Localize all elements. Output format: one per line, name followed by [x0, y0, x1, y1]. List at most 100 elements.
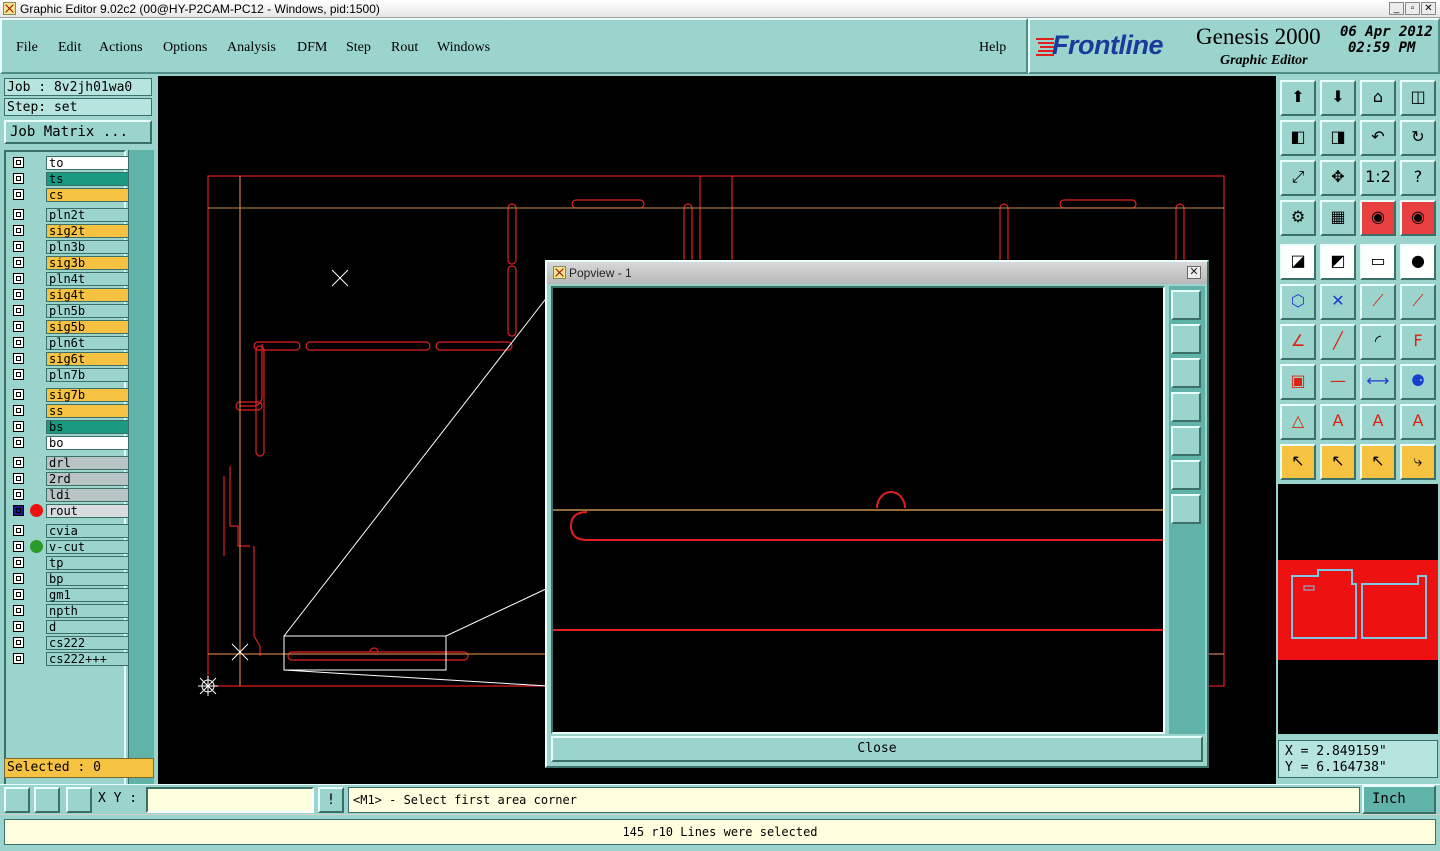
- layer-name[interactable]: tp: [46, 556, 129, 570]
- layer-row-sig6t[interactable]: sig6t: [10, 352, 130, 366]
- layer-name[interactable]: bo: [46, 436, 129, 450]
- layer-row-sig3b[interactable]: sig3b: [10, 256, 130, 270]
- layer-checkbox[interactable]: [13, 589, 24, 600]
- layer-checkbox[interactable]: [13, 241, 24, 252]
- layer-checkbox[interactable]: [13, 257, 24, 268]
- layer-name[interactable]: pln5b: [46, 304, 129, 318]
- layer-row-cs[interactable]: cs: [10, 188, 130, 202]
- pointer-icon[interactable]: ↖: [1280, 444, 1316, 480]
- popview-left-icon[interactable]: [1171, 392, 1201, 422]
- layer-row-pln7b[interactable]: pln7b: [10, 368, 130, 382]
- node-connect-icon[interactable]: ⬡: [1280, 284, 1316, 320]
- layer-name[interactable]: sig2t: [46, 224, 129, 238]
- popview-right-icon[interactable]: [1171, 426, 1201, 456]
- unit-selector[interactable]: Inch: [1362, 785, 1436, 814]
- pad-icon[interactable]: ●: [1400, 244, 1436, 280]
- layer-checkbox[interactable]: [13, 225, 24, 236]
- split-view-icon[interactable]: ◫: [1400, 80, 1436, 116]
- layer-name[interactable]: rout: [46, 504, 129, 518]
- popview-down-icon[interactable]: [1171, 358, 1201, 388]
- scale-1-2-icon[interactable]: 1:2: [1360, 160, 1396, 196]
- minimize-button[interactable]: _: [1389, 2, 1404, 15]
- layer-row-ldi[interactable]: ldi: [10, 488, 130, 502]
- layer-name[interactable]: sig6t: [46, 352, 129, 366]
- popview-close-button[interactable]: Close: [551, 736, 1203, 762]
- layer-row-rout[interactable]: rout: [10, 504, 130, 518]
- zoom-center-icon[interactable]: ✥: [1320, 160, 1356, 196]
- layer-checkbox[interactable]: [13, 489, 24, 500]
- layer-checkbox[interactable]: [13, 457, 24, 468]
- snap-grid-icon[interactable]: [66, 787, 92, 813]
- layer-row-ts[interactable]: ts: [10, 172, 130, 186]
- layer-checkbox[interactable]: [13, 353, 24, 364]
- popview-fit-icon[interactable]: [1171, 460, 1201, 490]
- layer-checkbox[interactable]: [13, 305, 24, 316]
- layer-row-bp[interactable]: bp: [10, 572, 130, 586]
- layer-checkbox[interactable]: [13, 605, 24, 616]
- text-f-icon[interactable]: F: [1400, 324, 1436, 360]
- layer-checkbox[interactable]: [13, 541, 24, 552]
- redraw-icon[interactable]: ↻: [1400, 120, 1436, 156]
- menu-options[interactable]: Options: [163, 40, 207, 56]
- home-icon[interactable]: ⌂: [1360, 80, 1396, 116]
- layer-row-tp[interactable]: tp: [10, 556, 130, 570]
- ruler-icon[interactable]: ▭: [1360, 244, 1396, 280]
- layer-row-2rd[interactable]: 2rd: [10, 472, 130, 486]
- layer-name[interactable]: ldi: [46, 488, 129, 502]
- layer-checkbox[interactable]: [13, 209, 24, 220]
- zoom-home-icon[interactable]: ⬆: [1280, 80, 1316, 116]
- layer-row-gm1[interactable]: gm1: [10, 588, 130, 602]
- snap-icon[interactable]: ◪: [1280, 244, 1316, 280]
- line-h-icon[interactable]: —: [1320, 364, 1356, 400]
- layer-checkbox[interactable]: [13, 173, 24, 184]
- layer-colors-icon[interactable]: ◉: [1360, 200, 1396, 236]
- job-matrix-button[interactable]: Job Matrix ...: [4, 120, 152, 144]
- popview-close-icon[interactable]: ✕: [1187, 266, 1201, 279]
- layer-name[interactable]: gm1: [46, 588, 129, 602]
- layer-row-pln4t[interactable]: pln4t: [10, 272, 130, 286]
- layer-checkbox[interactable]: [13, 573, 24, 584]
- xy-input[interactable]: [146, 787, 314, 813]
- popview-title-bar[interactable]: Popview - 1 ✕: [547, 262, 1207, 284]
- layer-name[interactable]: sig5b: [46, 320, 129, 334]
- layer-checkbox[interactable]: [13, 337, 24, 348]
- close-window-button[interactable]: ✕: [1421, 2, 1436, 15]
- layer-row-d[interactable]: d: [10, 620, 130, 634]
- line-add-icon[interactable]: ⟋: [1360, 284, 1396, 320]
- circles-icon[interactable]: ⚈: [1400, 364, 1436, 400]
- pointer-box-icon[interactable]: ↖: [1320, 444, 1356, 480]
- layer-name[interactable]: npth: [46, 604, 129, 618]
- maximize-button[interactable]: ▫: [1405, 2, 1420, 15]
- bang-button[interactable]: !: [318, 787, 344, 813]
- layer-row-bs[interactable]: bs: [10, 420, 130, 434]
- popview-up-icon[interactable]: [1171, 324, 1201, 354]
- layer-row-pln2t[interactable]: pln2t: [10, 208, 130, 222]
- layer-row-sig5b[interactable]: sig5b: [10, 320, 130, 334]
- layer-checkbox[interactable]: [13, 437, 24, 448]
- layer-name[interactable]: cs: [46, 188, 129, 202]
- menu-analysis[interactable]: Analysis: [227, 40, 276, 56]
- layer-row-drl[interactable]: drl: [10, 456, 130, 470]
- resize-icon[interactable]: ⟷: [1360, 364, 1396, 400]
- layer-checkbox[interactable]: [13, 405, 24, 416]
- triangle-icon[interactable]: △: [1280, 404, 1316, 440]
- layer-name[interactable]: pln6t: [46, 336, 129, 350]
- pan-left-icon[interactable]: ◧: [1280, 120, 1316, 156]
- popview-zoom-icon[interactable]: [1171, 290, 1201, 320]
- layer-row-npth[interactable]: npth: [10, 604, 130, 618]
- layer-row-ss[interactable]: ss: [10, 404, 130, 418]
- layer-name[interactable]: pln2t: [46, 208, 129, 222]
- undo-view-icon[interactable]: ↶: [1360, 120, 1396, 156]
- pointer-box2-icon[interactable]: ↖: [1360, 444, 1396, 480]
- zoom-fit-icon[interactable]: ⤢: [1280, 160, 1316, 196]
- layer-checkbox[interactable]: [13, 473, 24, 484]
- layer-checkbox[interactable]: [13, 505, 24, 516]
- layer-row-sig4t[interactable]: sig4t: [10, 288, 130, 302]
- layer-name[interactable]: drl: [46, 456, 129, 470]
- menu-actions[interactable]: Actions: [99, 40, 143, 56]
- layer-name[interactable]: d: [46, 620, 129, 634]
- layer-checkbox[interactable]: [13, 321, 24, 332]
- layer-checkbox[interactable]: [13, 389, 24, 400]
- layer-row-sig7b[interactable]: sig7b: [10, 388, 130, 402]
- snap-mode-2-icon[interactable]: [34, 787, 60, 813]
